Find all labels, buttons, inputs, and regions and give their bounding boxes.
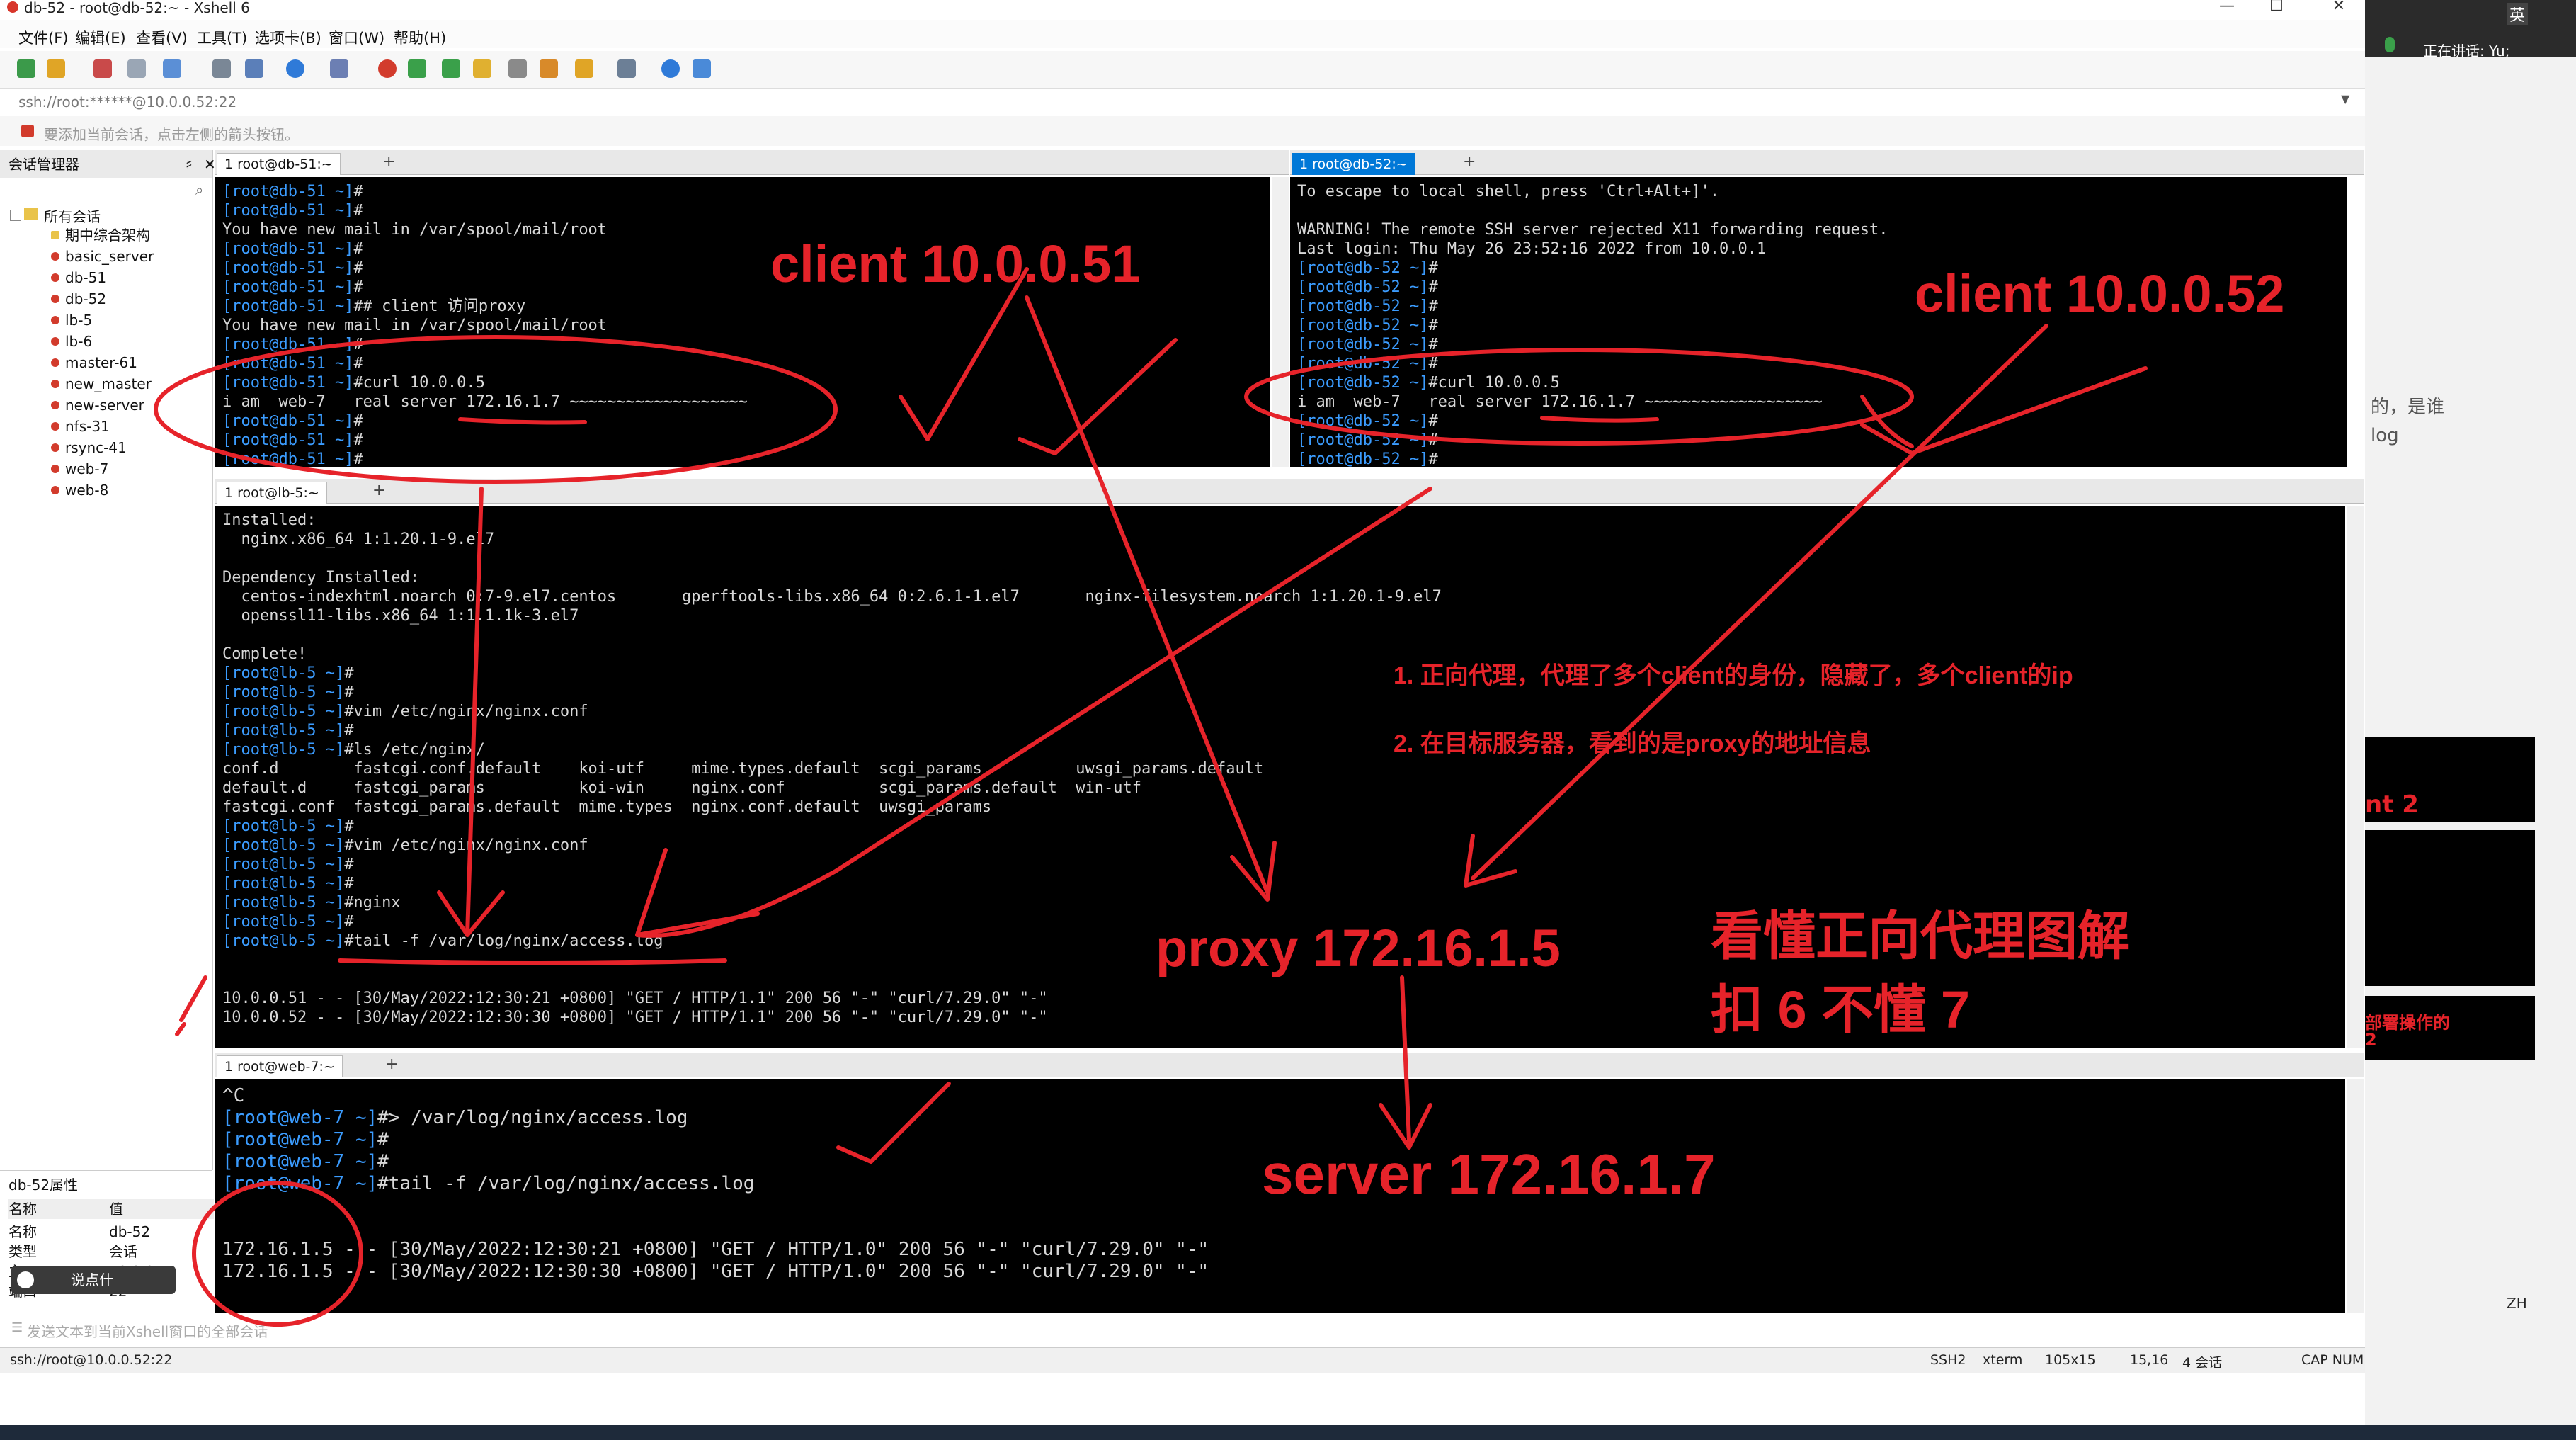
ink-arrow-proxy-2 [1464,324,2048,888]
ink-underline-lb5 [338,958,727,965]
ink-arrow-lb5-1 [437,487,505,937]
ink-check-6 [175,975,207,1036]
ink-annotations [154,267,2148,1327]
annotation-note1: 1. 正向代理，代理了多个client的身份，隐藏了，多个client的ip [1394,662,2073,689]
annotation-proxy: proxy 172.16.1.5 [1156,919,1561,977]
annotation-client2: client 10.0.0.52 [1915,264,2285,323]
ink-check-1 [899,267,1029,441]
annotation-client1: client 10.0.0.51 [770,234,1141,293]
ink-circle-db51 [154,335,838,484]
ink-arrow-lb5-2 [635,487,1432,938]
annotation-big2: 扣 6 不懂 7 [1711,980,1970,1039]
ink-circle-web7 [192,1181,363,1327]
ink-underline-db52 [1540,416,1659,423]
ink-check-2 [1018,338,1178,455]
ink-underline-db51 [458,417,587,425]
ink-circle-db52 [1244,348,1914,446]
annotation-note2: 2. 在目标服务器，看到的是proxy的地址信息 [1394,730,1871,757]
ink-arrow-server [1379,975,1432,1150]
ink-arrow-lb5-3 [635,848,760,937]
annotation-server: server 172.16.1.7 [1262,1143,1716,1206]
ink-check-5 [836,1082,951,1164]
annotation-big1: 看懂正向代理图解 [1711,907,2130,965]
ink-arrow-proxy-1 [1025,295,1277,902]
